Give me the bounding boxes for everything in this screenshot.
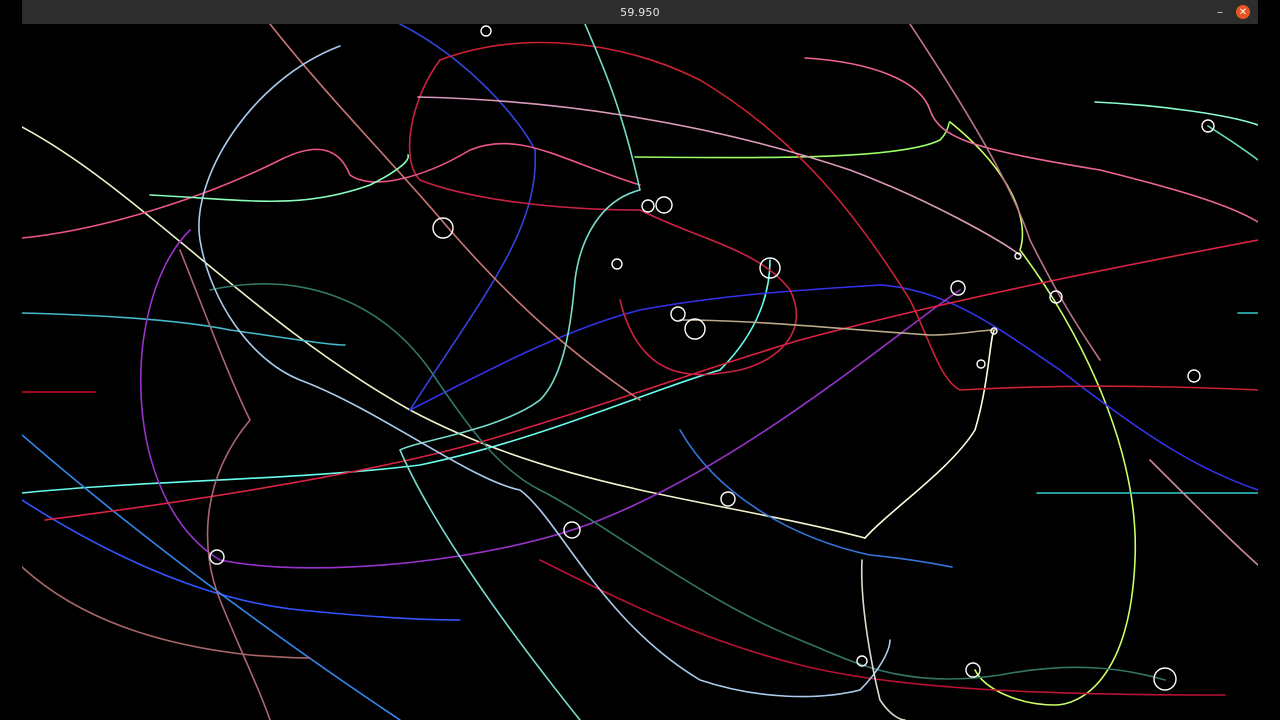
window-titlebar[interactable]: 59.950 – ✕ [22,0,1258,24]
particle-circle [965,662,981,678]
trails-svg [22,24,1258,720]
trail-white-2 [864,329,996,539]
right-margin [1258,0,1280,720]
particle-circle [480,25,492,37]
particle-circle [670,306,686,322]
particle-circle [641,199,655,213]
trail-red-big [439,41,1258,391]
trail-rose-5 [179,249,271,720]
particle-circle [1187,369,1201,383]
particle-circle [209,549,225,565]
trail-aqua [399,24,641,720]
trail-red-long [44,239,1258,521]
window-title: 59.950 [620,5,660,19]
minimize-button[interactable]: – [1212,4,1228,20]
trail-red-loop [408,59,798,376]
trail-purple [140,229,961,569]
trail-blue-left [22,499,461,621]
trail-white-curve [860,559,906,720]
particle-circle [655,196,673,214]
particle-circle [684,318,706,340]
trail-blue-bottom [22,434,401,720]
trail-cyan-lower [22,259,771,494]
minimize-icon: – [1217,5,1223,19]
trail-pink-light [417,96,1021,256]
trail-khaki [679,319,996,336]
render-canvas[interactable] [22,24,1258,720]
close-button[interactable]: ✕ [1236,5,1250,19]
particle-circle [976,359,986,369]
trail-green-right [949,121,1137,706]
trail-rose-4 [1149,459,1258,566]
particle-circle [720,491,736,507]
trail-rose-2 [22,566,311,659]
particle-circle [1153,667,1177,691]
trail-teal-left [22,312,346,346]
trail-blue-big [409,284,1258,491]
trail-mint [149,154,409,203]
trail-rose-3 [909,24,1101,361]
trail-mint-right [1207,125,1258,161]
trail-pink-top [804,57,1258,223]
particle-circle [950,280,966,296]
trail-pink-left [22,142,641,239]
particle-circle [611,258,623,270]
trail-blue-top [399,24,537,411]
trail-teal-top-right [1094,101,1258,126]
close-icon: ✕ [1238,6,1248,18]
trail-red-bottom [539,559,1226,696]
left-margin [0,0,22,720]
